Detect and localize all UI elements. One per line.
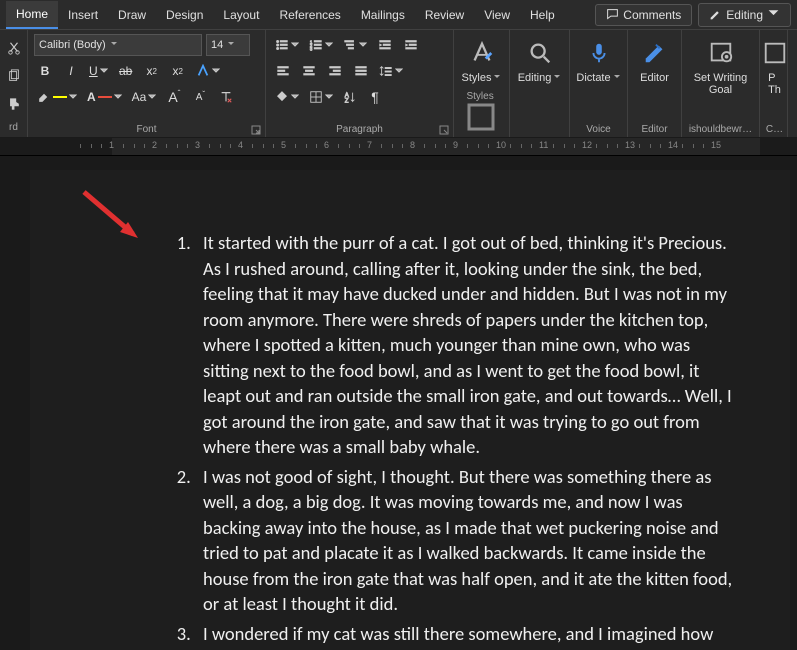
font-color-button[interactable]: A bbox=[84, 86, 125, 108]
partial-group-label: C… bbox=[766, 120, 783, 135]
cut-button[interactable] bbox=[3, 38, 25, 58]
editing-mode-button[interactable]: Editing bbox=[698, 3, 791, 27]
increase-indent-button[interactable] bbox=[400, 34, 422, 56]
editing-group: Editing bbox=[510, 30, 570, 137]
multilevel-list-button[interactable] bbox=[340, 34, 370, 56]
underline-button[interactable]: U bbox=[86, 60, 111, 82]
clipboard-label: rd bbox=[9, 122, 18, 137]
tab-layout[interactable]: Layout bbox=[213, 2, 269, 28]
tab-help[interactable]: Help bbox=[520, 2, 565, 28]
line-spacing-button[interactable] bbox=[376, 60, 406, 82]
svg-text:3: 3 bbox=[310, 46, 313, 51]
chevron-down-icon bbox=[767, 7, 780, 23]
document-area[interactable]: It started with the purr of a cat. I got… bbox=[0, 156, 797, 650]
tab-insert[interactable]: Insert bbox=[58, 2, 108, 28]
tab-mailings[interactable]: Mailings bbox=[351, 2, 415, 28]
list-item[interactable]: It started with the purr of a cat. I got… bbox=[195, 230, 740, 460]
paragraph-dialog-launcher[interactable] bbox=[439, 125, 449, 135]
numbered-list: It started with the purr of a cat. I got… bbox=[80, 230, 740, 650]
shading-button[interactable] bbox=[272, 86, 302, 108]
format-painter-button[interactable] bbox=[3, 94, 25, 114]
tab-home[interactable]: Home bbox=[6, 1, 58, 29]
subscript-button[interactable]: x2 bbox=[141, 60, 163, 82]
highlight-button[interactable] bbox=[34, 86, 80, 108]
dictate-button[interactable] bbox=[586, 36, 612, 70]
clear-formatting-button[interactable] bbox=[215, 86, 237, 108]
tab-review[interactable]: Review bbox=[415, 2, 474, 28]
bold-button[interactable]: B bbox=[34, 60, 56, 82]
align-right-button[interactable] bbox=[324, 60, 346, 82]
editing-label: Editing bbox=[726, 8, 763, 22]
change-case-button[interactable]: Aa bbox=[129, 86, 160, 108]
align-left-button[interactable] bbox=[272, 60, 294, 82]
font-dialog-launcher[interactable] bbox=[251, 125, 261, 135]
page[interactable]: It started with the purr of a cat. I got… bbox=[30, 170, 790, 650]
shrink-font-button[interactable]: Aˇ bbox=[189, 86, 211, 108]
font-group-label: Font bbox=[34, 121, 259, 135]
set-writing-goal-button[interactable] bbox=[708, 36, 734, 70]
horizontal-ruler[interactable]: 123456789101112131415 bbox=[0, 138, 797, 156]
sort-button[interactable]: AZ bbox=[340, 86, 360, 108]
font-name-combo[interactable]: Calibri (Body) bbox=[34, 34, 202, 56]
tab-design[interactable]: Design bbox=[156, 2, 213, 28]
text-effects-button[interactable] bbox=[193, 60, 223, 82]
partial-group: PTh C… bbox=[760, 30, 788, 137]
writing-goal-group: Set WritingGoal ishouldbewr… bbox=[682, 30, 760, 137]
show-marks-button[interactable]: ¶ bbox=[364, 86, 386, 108]
decrease-indent-button[interactable] bbox=[374, 34, 396, 56]
clipboard-group: rd bbox=[0, 30, 28, 137]
comments-label: Comments bbox=[623, 8, 681, 22]
editor-group-label: Editor bbox=[641, 120, 667, 135]
comments-button[interactable]: Comments bbox=[595, 4, 692, 26]
tab-view[interactable]: View bbox=[474, 2, 520, 28]
font-size-value: 14 bbox=[211, 39, 223, 51]
justify-button[interactable] bbox=[350, 60, 372, 82]
tab-references[interactable]: References bbox=[269, 2, 350, 28]
tab-draw[interactable]: Draw bbox=[108, 2, 156, 28]
strikethrough-button[interactable]: ab bbox=[115, 60, 137, 82]
chevron-down-icon bbox=[227, 39, 235, 51]
bullets-button[interactable] bbox=[272, 34, 302, 56]
editor-group: Editor Editor bbox=[628, 30, 682, 137]
list-item[interactable]: I was not good of sight, I thought. But … bbox=[195, 464, 740, 617]
paragraph-group: 123 AZ ¶ Paragraph bbox=[266, 30, 454, 137]
styles-group: Styles Styles bbox=[454, 30, 510, 137]
svg-text:Z: Z bbox=[345, 97, 349, 104]
numbering-button[interactable]: 123 bbox=[306, 34, 336, 56]
voice-group-label: Voice bbox=[586, 120, 610, 135]
dictate-group: Dictate Voice bbox=[570, 30, 628, 137]
grow-font-button[interactable]: Aˆ bbox=[163, 86, 185, 108]
styles-button[interactable] bbox=[469, 36, 495, 70]
partial-button[interactable] bbox=[762, 36, 788, 70]
font-name-value: Calibri (Body) bbox=[39, 39, 106, 51]
menu-bar: Home Insert Draw Design Layout Reference… bbox=[0, 0, 797, 30]
paragraph-group-label: Paragraph bbox=[272, 121, 447, 135]
editor-button[interactable] bbox=[642, 36, 668, 70]
font-size-combo[interactable]: 14 bbox=[206, 34, 250, 56]
styles-dialog-launcher[interactable] bbox=[466, 124, 496, 135]
italic-button[interactable]: I bbox=[60, 60, 82, 82]
find-button[interactable] bbox=[527, 36, 553, 70]
list-item[interactable]: I wondered if my cat was still there som… bbox=[195, 621, 740, 650]
styles-group-label: Styles bbox=[466, 87, 496, 135]
superscript-button[interactable]: x2 bbox=[167, 60, 189, 82]
font-group: Calibri (Body) 14 B I U ab x2 x2 A bbox=[28, 30, 266, 137]
writing-goal-label: ishouldbewr… bbox=[689, 120, 752, 135]
chevron-down-icon bbox=[110, 39, 118, 51]
ribbon: rd Calibri (Body) 14 B I U ab x2 x2 bbox=[0, 30, 797, 138]
borders-button[interactable] bbox=[306, 86, 336, 108]
copy-button[interactable] bbox=[3, 66, 25, 86]
align-center-button[interactable] bbox=[298, 60, 320, 82]
